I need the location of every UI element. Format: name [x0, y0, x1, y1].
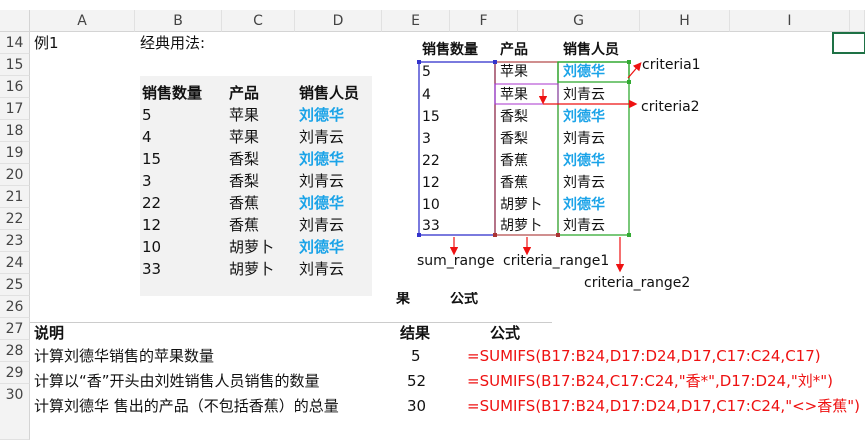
label-sum-range: sum_range: [417, 253, 495, 269]
label-criteria1: criteria1: [642, 57, 701, 73]
explain-header-result: 结果: [400, 324, 431, 342]
criteria-range1-box: [494, 61, 559, 236]
partial-left-text: 果: [396, 292, 410, 305]
handle: [627, 233, 631, 237]
arrow-criteria1: [627, 62, 642, 79]
handle: [417, 60, 421, 64]
explain-result[interactable]: 30: [407, 395, 426, 417]
explain-header-divider: [30, 322, 552, 323]
explain-formula[interactable]: =SUMIFS(B17:B24,D17:D24,D17,C17:C24,"<>香…: [467, 395, 860, 417]
handle: [556, 233, 560, 237]
label-criteria-range1: criteria_range1: [503, 253, 610, 269]
explain-result[interactable]: 52: [407, 370, 426, 392]
handle: [627, 60, 631, 64]
label-criteria2: criteria2: [641, 99, 700, 115]
label-criteria-range2: criteria_range2: [584, 275, 691, 291]
handle: [493, 233, 497, 237]
partial-header-fragment: 果 公式: [390, 292, 500, 305]
criteria-range2-box: [557, 61, 630, 236]
sum-range-box: [418, 61, 496, 236]
handle: [627, 80, 631, 84]
explain-formula[interactable]: =SUMIFS(B17:B24,C17:C24,"香*",D17:D24,"刘*…: [467, 370, 833, 392]
explain-header-desc: 说明: [34, 324, 65, 342]
explain-header-formula: 公式: [490, 324, 521, 342]
explain-desc[interactable]: 计算刘德华销售的苹果数量: [34, 345, 214, 367]
explain-result[interactable]: 5: [411, 345, 421, 367]
spreadsheet: A B C D E F G H I 14 15 16 17 18 19 20 2…: [0, 0, 865, 440]
handle: [493, 60, 497, 64]
criteria1-cell-box: [557, 61, 630, 83]
explain-desc[interactable]: 计算以“香”开头由刘姓销售人员销售的数量: [34, 370, 320, 392]
handle: [417, 233, 421, 237]
explain-desc[interactable]: 计算刘德华 售出的产品（不包括香蕉）的总量: [34, 395, 339, 417]
explain-formula[interactable]: =SUMIFS(B17:B24,D17:D24,D17,C17:C24,C17): [467, 345, 821, 367]
partial-right-text: 公式: [450, 292, 478, 305]
criteria2-cell-box: [494, 83, 559, 105]
